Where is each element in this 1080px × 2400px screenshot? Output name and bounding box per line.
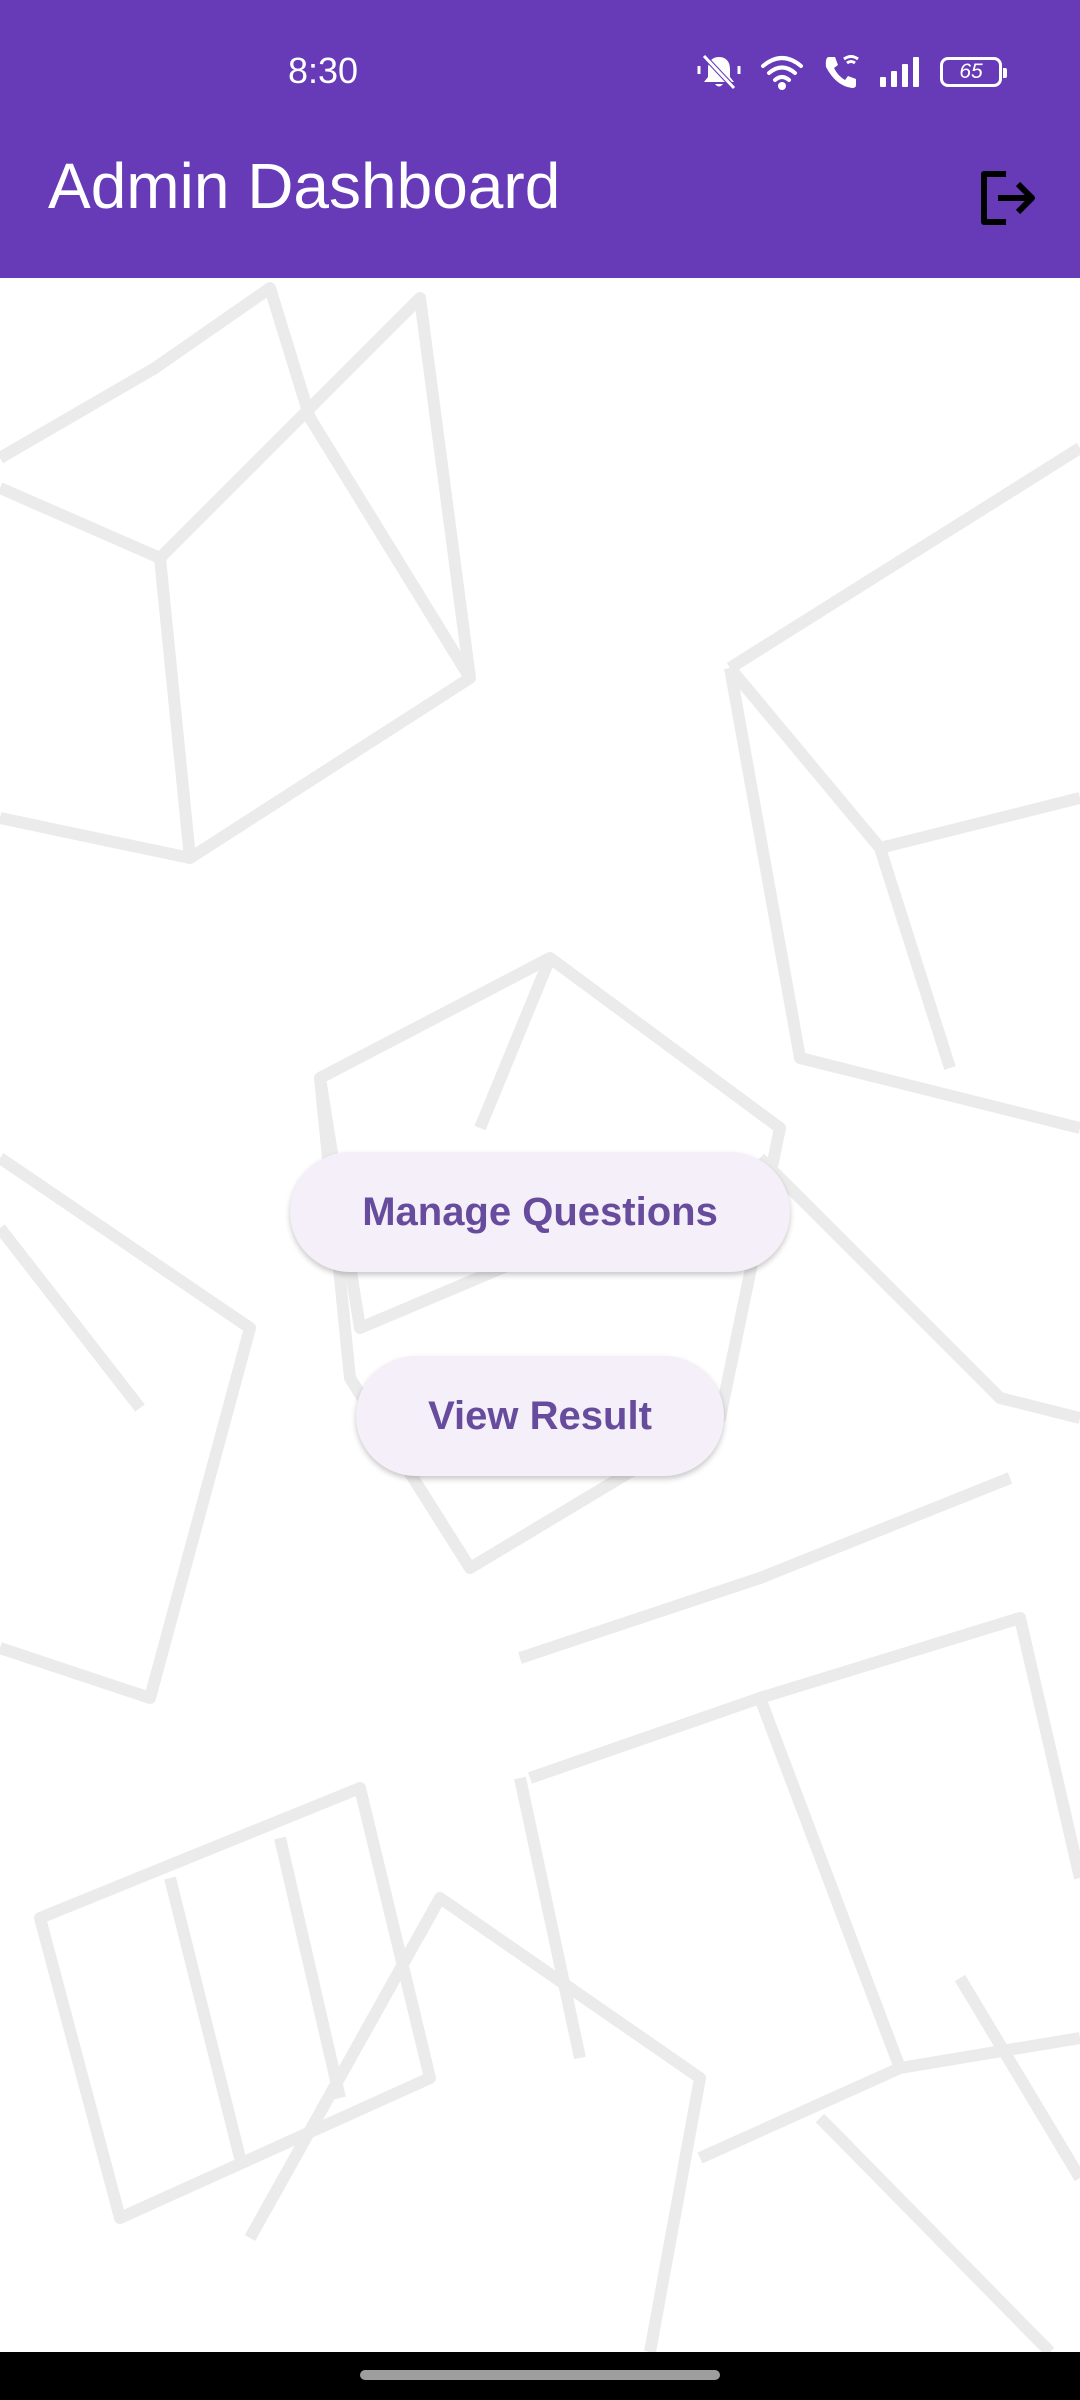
signal-icon <box>878 55 922 89</box>
system-nav-bar <box>0 2352 1080 2400</box>
status-icons: 65 <box>696 50 1007 94</box>
battery-level: 65 <box>959 60 983 83</box>
status-bar: 8:30 65 <box>0 0 1080 142</box>
view-result-label: View Result <box>428 1393 652 1438</box>
view-result-button[interactable]: View Result <box>356 1356 724 1476</box>
wifi-icon <box>760 53 804 91</box>
dashboard-content: Manage Questions View Result <box>0 278 1080 2352</box>
background-pattern <box>0 282 1080 2352</box>
logout-button[interactable] <box>970 160 1046 236</box>
battery-icon: 65 <box>940 57 1007 87</box>
status-time: 8:30 <box>288 50 359 91</box>
logout-icon <box>981 171 1035 225</box>
page-title: Admin Dashboard <box>48 150 561 222</box>
wifi-call-icon <box>822 53 860 91</box>
home-indicator[interactable] <box>360 2370 720 2380</box>
bell-muted-icon <box>696 52 742 92</box>
manage-questions-button[interactable]: Manage Questions <box>290 1152 790 1272</box>
manage-questions-label: Manage Questions <box>362 1189 718 1234</box>
